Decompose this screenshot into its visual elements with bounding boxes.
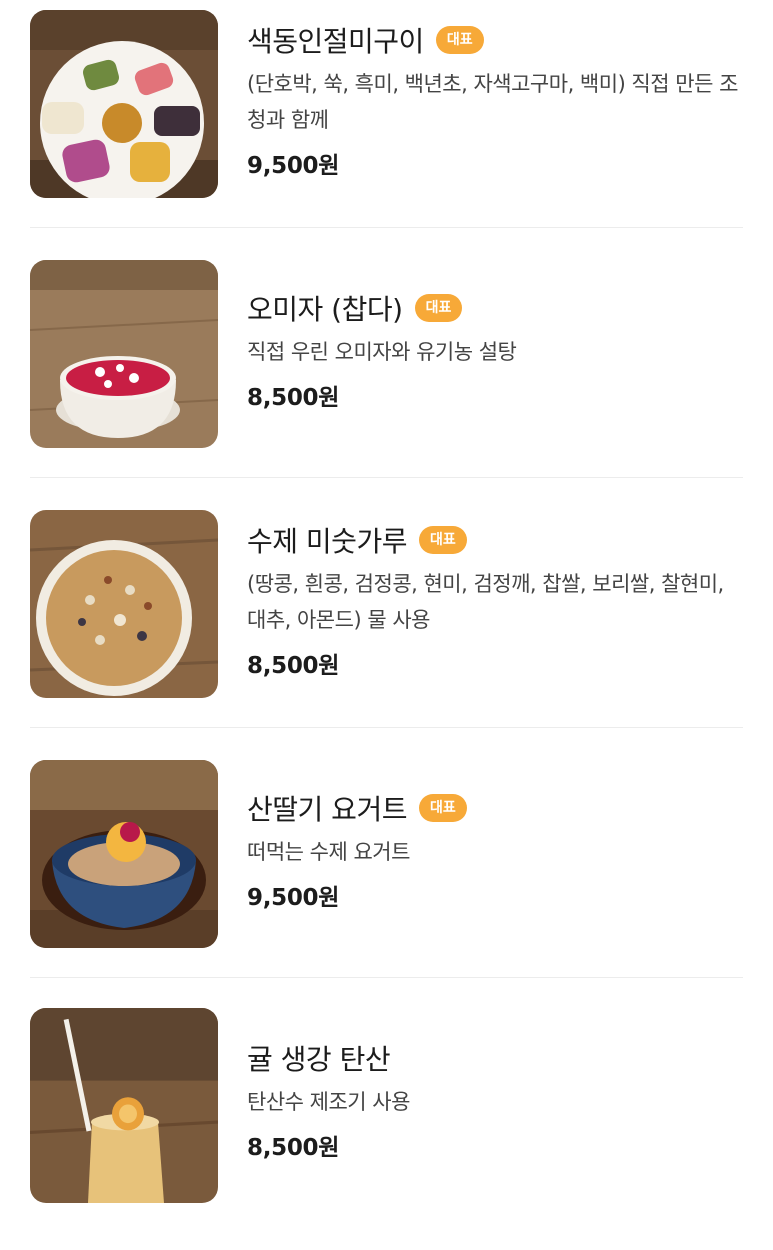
menu-item-info: 수제 미숫가루 대표 (땅콩, 흰콩, 검정콩, 현미, 검정깨, 찹쌀, 보리… xyxy=(247,520,743,680)
menu-item-price: 8,500원 xyxy=(247,385,340,411)
menu-item-price: 9,500원 xyxy=(247,153,340,179)
menu-item[interactable]: 수제 미숫가루 대표 (땅콩, 흰콩, 검정콩, 현미, 검정깨, 찹쌀, 보리… xyxy=(0,500,773,750)
menu-item-photo xyxy=(30,510,218,698)
menu-item-description: (땅콩, 흰콩, 검정콩, 현미, 검정깨, 찹쌀, 보리쌀, 찰현미, 대추,… xyxy=(247,572,724,632)
menu-item[interactable]: 오미자 (찹다) 대표 직접 우린 오미자와 유기농 설탕 8,500원 xyxy=(0,250,773,500)
divider xyxy=(30,227,743,228)
signature-badge: 대표 xyxy=(414,294,463,322)
menu-item-title-row: 수제 미숫가루 대표 xyxy=(247,520,743,560)
divider xyxy=(30,727,743,728)
divider xyxy=(30,477,743,478)
menu-item-description: (단호박, 쑥, 흑미, 백년초, 자색고구마, 백미) 직접 만든 조청과 함… xyxy=(247,72,738,132)
menu-item-photo xyxy=(30,1008,218,1203)
menu-item-info: 색동인절미구이 대표 (단호박, 쑥, 흑미, 백년초, 자색고구마, 백미) … xyxy=(247,20,743,180)
menu-item-description: 직접 우린 오미자와 유기농 설탕 xyxy=(247,340,517,364)
menu-item-description: 떠먹는 수제 요거트 xyxy=(247,840,410,864)
menu-item-description: 탄산수 제조기 사용 xyxy=(247,1090,410,1114)
menu-item-photo xyxy=(30,760,218,948)
menu-item-name: 수제 미숫가루 xyxy=(247,525,407,558)
menu-item-info: 오미자 (찹다) 대표 직접 우린 오미자와 유기농 설탕 8,500원 xyxy=(247,288,743,412)
menu-item-title-row: 오미자 (찹다) 대표 xyxy=(247,288,743,328)
menu-item-price: 9,500원 xyxy=(247,885,340,911)
raspberry-yogurt-bowl-image xyxy=(30,760,218,948)
divider xyxy=(30,977,743,978)
signature-badge: 대표 xyxy=(435,26,484,54)
menu-item-name: 오미자 (찹다) xyxy=(247,293,403,326)
menu-item-price: 8,500원 xyxy=(247,1135,340,1161)
menu-item-title-row: 귤 생강 탄산 xyxy=(247,1038,743,1078)
menu-item-name: 귤 생강 탄산 xyxy=(247,1043,391,1076)
menu-item[interactable]: 귤 생강 탄산 탄산수 제조기 사용 8,500원 xyxy=(0,1000,773,1250)
menu-item-title-row: 산딸기 요거트 대표 xyxy=(247,788,743,828)
omija-tea-bowl-image xyxy=(30,260,218,448)
menu-item-photo xyxy=(30,10,218,198)
menu-item-info: 귤 생강 탄산 탄산수 제조기 사용 8,500원 xyxy=(247,1038,743,1162)
misutgaru-bowl-image xyxy=(30,510,218,698)
menu-item-price: 8,500원 xyxy=(247,653,340,679)
menu-item-name: 색동인절미구이 xyxy=(247,25,424,58)
menu-item-title-row: 색동인절미구이 대표 xyxy=(247,20,743,60)
tangerine-ginger-soda-image xyxy=(30,1008,218,1203)
menu-item-info: 산딸기 요거트 대표 떠먹는 수제 요거트 9,500원 xyxy=(247,788,743,912)
menu-item-name: 산딸기 요거트 xyxy=(247,793,407,826)
menu-item[interactable]: 산딸기 요거트 대표 떠먹는 수제 요거트 9,500원 xyxy=(0,750,773,1000)
menu-item[interactable]: 색동인절미구이 대표 (단호박, 쑥, 흑미, 백년초, 자색고구마, 백미) … xyxy=(0,0,773,250)
rice-cake-platter-image xyxy=(30,10,218,198)
signature-badge: 대표 xyxy=(418,526,467,554)
signature-badge: 대표 xyxy=(418,794,467,822)
menu-item-photo xyxy=(30,260,218,448)
